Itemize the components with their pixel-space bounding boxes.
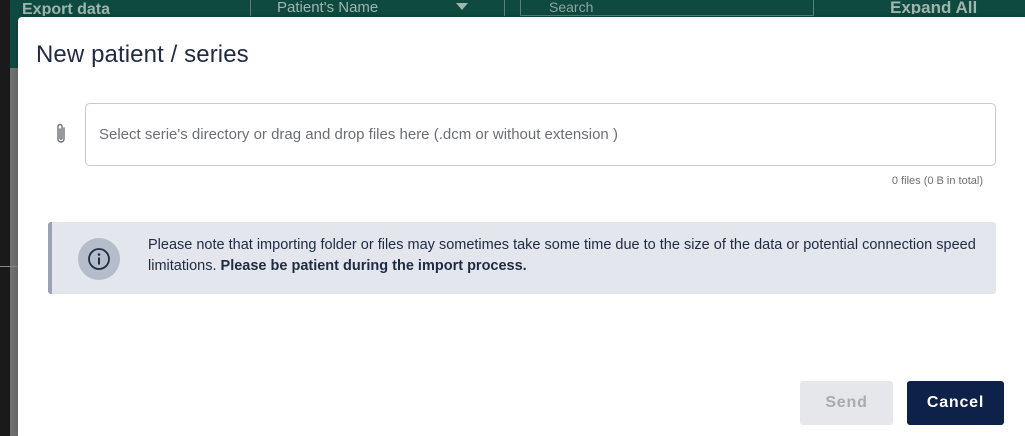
info-icon xyxy=(88,248,110,270)
file-drop-placeholder: Select serie's directory or drag and dro… xyxy=(99,126,618,143)
expand-all-button: Expand All xyxy=(890,0,978,14)
patient-field-select: Patient's Name xyxy=(250,0,505,16)
send-button[interactable]: Send xyxy=(800,381,893,425)
new-patient-dialog: New patient / series Select serie's dire… xyxy=(18,17,1025,436)
patient-field-select-label: Patient's Name xyxy=(277,0,379,16)
file-drop-input[interactable]: Select serie's directory or drag and dro… xyxy=(85,103,996,166)
app-left-border xyxy=(0,68,10,436)
dialog-title: New patient / series xyxy=(36,41,249,68)
background-divider xyxy=(0,266,18,267)
search-input: Search xyxy=(520,0,814,16)
file-count-label: 0 files (0 B in total) xyxy=(891,175,983,187)
background-side-text xyxy=(10,112,18,148)
import-notice: Please note that importing folder or fil… xyxy=(48,222,996,294)
info-icon-badge xyxy=(78,238,120,280)
notice-text: Please note that importing folder or fil… xyxy=(148,235,988,277)
chevron-down-icon xyxy=(456,3,468,10)
notice-emphasis: Please be patient during the import proc… xyxy=(220,258,527,274)
cancel-button[interactable]: Cancel xyxy=(907,381,1004,425)
paperclip-icon xyxy=(57,123,65,143)
export-data-button: Export data xyxy=(22,2,111,16)
